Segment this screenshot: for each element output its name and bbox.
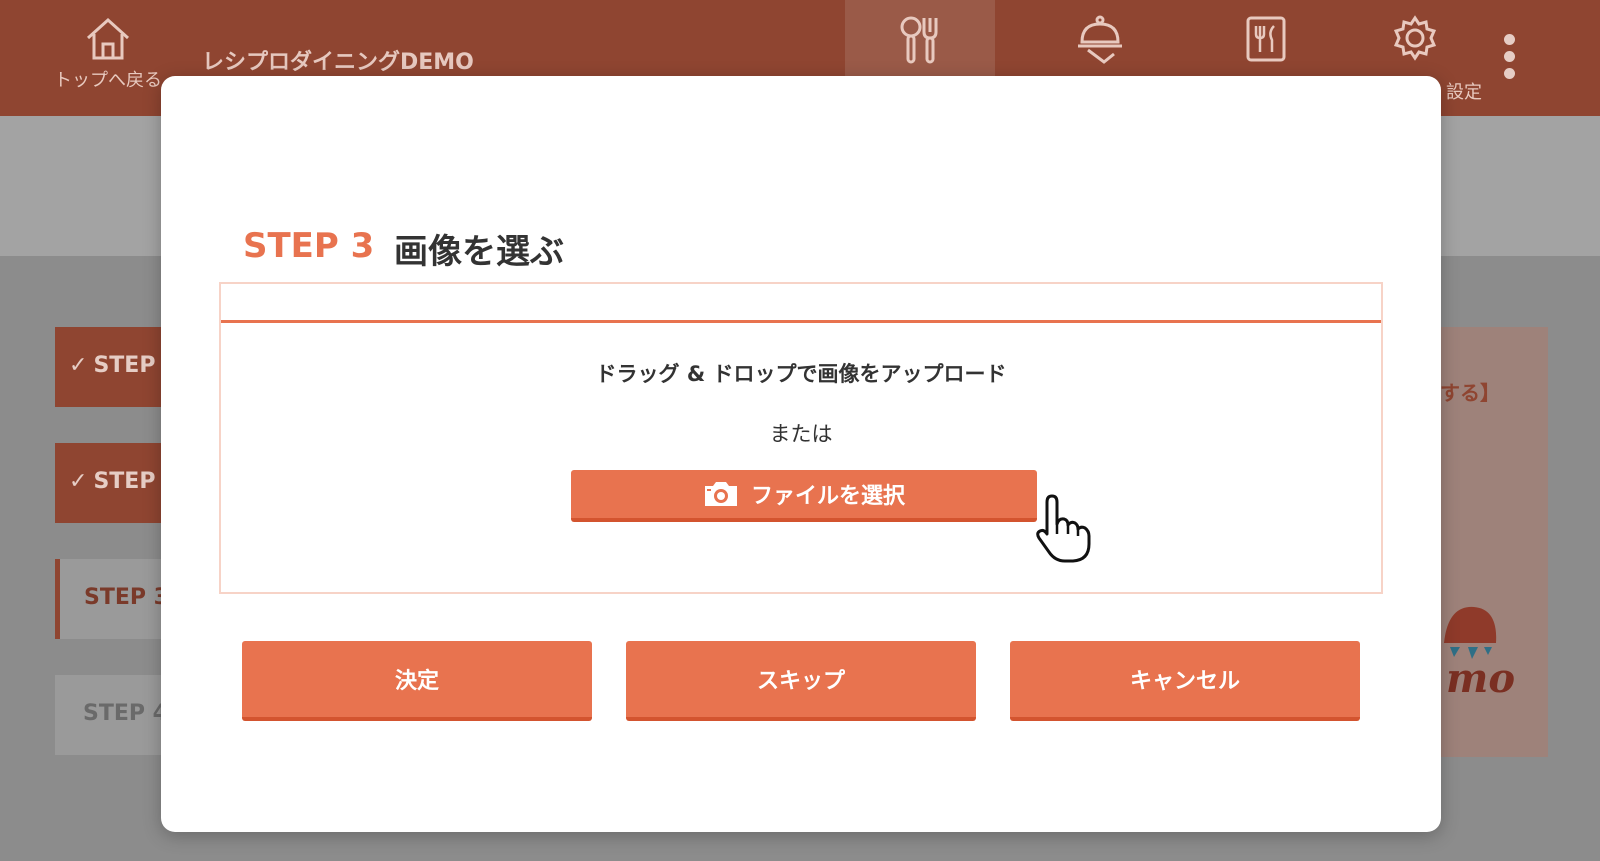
step-item-label: STEP 3 <box>84 585 169 610</box>
dropzone-instruction: ドラッグ & ドロップで画像をアップロード <box>595 362 1007 386</box>
preview-card: する】 mo <box>1440 327 1548 757</box>
image-dropzone[interactable]: ドラッグ & ドロップで画像をアップロード または ファイルを選択 <box>219 282 1383 594</box>
nav-menu[interactable] <box>1191 0 1341 76</box>
app-title: レシプロダイニングDEMO <box>202 50 474 75</box>
preview-card-text: する】 <box>1440 381 1500 405</box>
step-item-2: ✓ STEP 2 <box>55 443 175 523</box>
home-label: トップへ戻る <box>54 70 162 91</box>
kebab-menu-icon[interactable] <box>1502 34 1516 84</box>
menu-book-icon <box>1246 16 1286 62</box>
image-select-dialog: STEP 3 画像を選ぶ ドラッグ & ドロップで画像をアップロード または フ… <box>161 76 1441 832</box>
nav-recipes[interactable] <box>845 0 995 76</box>
gear-icon <box>1393 15 1437 61</box>
choose-file-button[interactable]: ファイルを選択 <box>571 470 1037 522</box>
nav-settings-label: 設定 <box>1446 82 1482 103</box>
utensils-icon <box>900 16 938 64</box>
home-button[interactable]: トップへ戻る <box>52 14 164 92</box>
dropzone-or-text: または <box>769 422 833 446</box>
pointer-hand-icon <box>1036 494 1091 563</box>
cloche-service-icon <box>1078 15 1122 64</box>
choose-file-label: ファイルを選択 <box>750 484 905 509</box>
house-icon <box>86 17 130 60</box>
step-number: STEP 3 <box>243 226 375 266</box>
skip-button[interactable]: スキップ <box>626 641 976 721</box>
brand-logo-text: mo <box>1446 655 1516 702</box>
nav-settings[interactable]: 設定 <box>1340 0 1490 103</box>
step-item-4: STEP 4 <box>55 675 175 755</box>
confirm-button[interactable]: 決定 <box>242 641 592 721</box>
step-item-3: STEP 3 <box>55 559 175 639</box>
step-item-label: STEP 4 <box>83 701 168 726</box>
check-icon: ✓ <box>69 469 88 494</box>
step-title: 画像を選ぶ <box>394 232 564 272</box>
step-item-1: ✓ STEP 1 <box>55 327 175 407</box>
cancel-button[interactable]: キャンセル <box>1010 641 1360 721</box>
camera-icon <box>704 482 737 506</box>
brand-logo: mo <box>1440 599 1520 702</box>
check-icon: ✓ <box>69 353 88 378</box>
nav-service[interactable] <box>1025 0 1175 76</box>
